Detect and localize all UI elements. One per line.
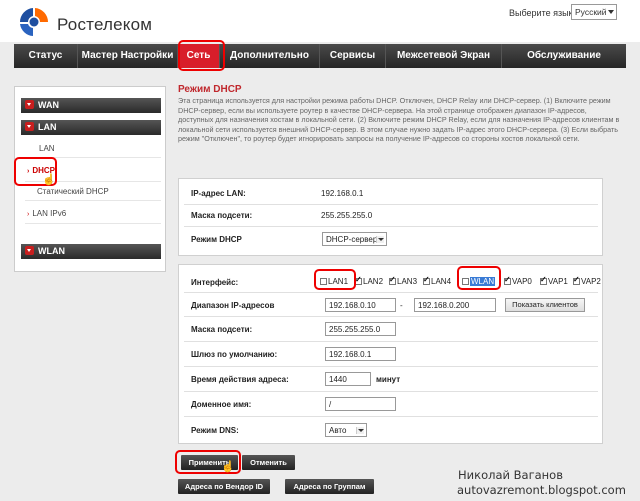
sidebar-item-label: LAN bbox=[38, 122, 57, 132]
gateway-label: Шлюз по умолчанию: bbox=[191, 350, 278, 359]
divider bbox=[184, 204, 598, 205]
page-title: Режим DHCP bbox=[178, 84, 242, 95]
sidebar-link-lan-ipv6[interactable]: › LAN IPv6 bbox=[27, 209, 66, 218]
language-select[interactable]: Русский bbox=[571, 4, 617, 20]
nav-advanced[interactable]: Дополнительно bbox=[220, 44, 320, 68]
checkbox[interactable] bbox=[389, 275, 396, 285]
divider bbox=[25, 223, 161, 224]
checkbox-label: LAN4 bbox=[431, 277, 452, 286]
interface-checkbox-lan3[interactable]: LAN3 bbox=[389, 275, 418, 286]
sidebar-link-lan[interactable]: LAN bbox=[39, 144, 55, 153]
lease-unit: минут bbox=[376, 375, 401, 384]
divider bbox=[184, 366, 598, 367]
checkbox[interactable] bbox=[504, 275, 511, 285]
checkbox[interactable] bbox=[540, 275, 547, 285]
chevron-down-icon bbox=[376, 236, 384, 243]
watermark-author: Николай Ваганов bbox=[458, 468, 563, 482]
divider bbox=[184, 416, 598, 417]
nav-services[interactable]: Сервисы bbox=[320, 44, 386, 68]
lan-ip-value: 192.168.0.1 bbox=[321, 189, 364, 198]
nav-firewall[interactable]: Межсетевой Экран bbox=[386, 44, 502, 68]
dhcp-mode-select[interactable]: DHCP-сервер bbox=[322, 232, 387, 246]
subnet-value: 255.255.255.0 bbox=[321, 211, 373, 220]
dns-mode-label: Режим DNS: bbox=[191, 426, 239, 435]
dhcp-server-panel: Интерфейс: LAN1 LAN2 LAN3 LAN4 WLAN VAP0… bbox=[178, 264, 603, 444]
sidebar-link-label: LAN IPv6 bbox=[32, 209, 67, 218]
logo-text: Ростелеком bbox=[57, 15, 153, 34]
subnet-label: Маска подсети: bbox=[191, 211, 253, 220]
highlight-ring bbox=[457, 266, 501, 290]
checkbox[interactable] bbox=[573, 275, 580, 285]
range-dash: - bbox=[400, 301, 403, 310]
header: Ростелеком Выберите язык: Русский bbox=[0, 0, 640, 42]
expand-arrow-icon bbox=[25, 246, 34, 255]
mask-input[interactable]: 255.255.255.0 bbox=[325, 322, 396, 336]
dns-mode-select[interactable]: Авто bbox=[325, 423, 367, 437]
sidebar-link-static-dhcp[interactable]: Статический DHCP bbox=[37, 187, 109, 196]
nav-maintenance[interactable]: Обслуживание bbox=[502, 44, 626, 68]
hand-cursor-icon: ☝ bbox=[221, 461, 235, 473]
lease-label: Время действия адреса: bbox=[191, 375, 289, 384]
divider bbox=[184, 316, 598, 317]
cancel-button[interactable]: Отменить bbox=[242, 455, 295, 470]
sidebar-item-wan[interactable]: WAN bbox=[21, 98, 161, 113]
watermark-site: autovazremont.blogspot.com bbox=[457, 483, 626, 497]
gateway-input[interactable]: 192.168.0.1 bbox=[325, 347, 396, 361]
divider bbox=[184, 341, 598, 342]
nav-setup-wizard[interactable]: Мастер Настройки bbox=[78, 44, 178, 68]
expand-arrow-icon bbox=[25, 122, 34, 131]
checkbox-label: VAP2 bbox=[581, 277, 601, 286]
vendor-id-addresses-button[interactable]: Адреса по Вендор ID bbox=[178, 479, 270, 494]
sidebar-link-label: LAN bbox=[39, 144, 55, 153]
language-label: Выберите язык: bbox=[509, 8, 575, 18]
hand-cursor-icon: ☝ bbox=[42, 174, 56, 186]
expand-arrow-icon bbox=[25, 100, 34, 109]
sidebar-item-wlan[interactable]: WLAN bbox=[21, 244, 161, 259]
checkbox-label: VAP0 bbox=[512, 277, 532, 286]
top-nav: Статус Мастер Настройки Сеть Дополнитель… bbox=[14, 44, 626, 68]
sidebar-item-label: WAN bbox=[38, 100, 59, 110]
page-description: Эта страница используется для настройки … bbox=[178, 96, 620, 143]
checkbox-label: LAN3 bbox=[397, 277, 418, 286]
rostelecom-logo-icon bbox=[19, 7, 49, 37]
highlight-ring bbox=[314, 269, 356, 290]
dhcp-mode-value: DHCP-сервер bbox=[326, 235, 378, 244]
chevron-down-icon bbox=[608, 10, 614, 14]
lan-info-panel: IP-адрес LAN: 192.168.0.1 Маска подсети:… bbox=[178, 178, 603, 256]
divider bbox=[184, 292, 598, 293]
highlight-ring bbox=[178, 40, 225, 71]
nav-status[interactable]: Статус bbox=[14, 44, 78, 68]
interface-checkbox-lan2[interactable]: LAN2 bbox=[355, 275, 384, 286]
interface-checkbox-vap0[interactable]: VAP0 bbox=[504, 275, 532, 286]
sidebar-item-lan[interactable]: LAN bbox=[21, 120, 161, 135]
ip-range-end-input[interactable]: 192.168.0.200 bbox=[414, 298, 496, 312]
divider bbox=[184, 226, 598, 227]
checkbox-label: VAP1 bbox=[548, 277, 568, 286]
interface-checkbox-vap2[interactable]: VAP2 bbox=[573, 275, 601, 286]
sidebar-link-label: Статический DHCP bbox=[37, 187, 109, 196]
show-clients-button[interactable]: Показать клиентов bbox=[505, 298, 585, 312]
domain-input[interactable]: / bbox=[325, 397, 396, 411]
mask-label: Маска подсети: bbox=[191, 325, 253, 334]
checkbox[interactable] bbox=[355, 275, 362, 285]
dns-mode-value: Авто bbox=[329, 426, 347, 435]
lease-time-input[interactable]: 1440 bbox=[325, 372, 371, 386]
sidebar-item-label: WLAN bbox=[38, 246, 65, 256]
ip-range-label: Диапазон IP-адресов bbox=[191, 301, 275, 310]
checkbox[interactable] bbox=[423, 275, 430, 285]
ip-range-start-input[interactable]: 192.168.0.10 bbox=[325, 298, 396, 312]
language-value: Русский bbox=[575, 7, 607, 17]
divider bbox=[184, 391, 598, 392]
chevron-right-icon: › bbox=[27, 211, 30, 218]
checkbox-label: LAN2 bbox=[363, 277, 384, 286]
interface-label: Интерфейс: bbox=[191, 278, 239, 287]
interface-checkbox-lan4[interactable]: LAN4 bbox=[423, 275, 452, 286]
divider bbox=[25, 200, 161, 201]
group-addresses-button[interactable]: Адреса по Группам bbox=[285, 479, 374, 494]
dhcp-mode-label: Режим DHCP bbox=[191, 235, 242, 244]
interface-checkbox-vap1[interactable]: VAP1 bbox=[540, 275, 568, 286]
chevron-down-icon bbox=[356, 427, 364, 434]
domain-label: Доменное имя: bbox=[191, 400, 252, 409]
lan-ip-label: IP-адрес LAN: bbox=[191, 189, 246, 198]
